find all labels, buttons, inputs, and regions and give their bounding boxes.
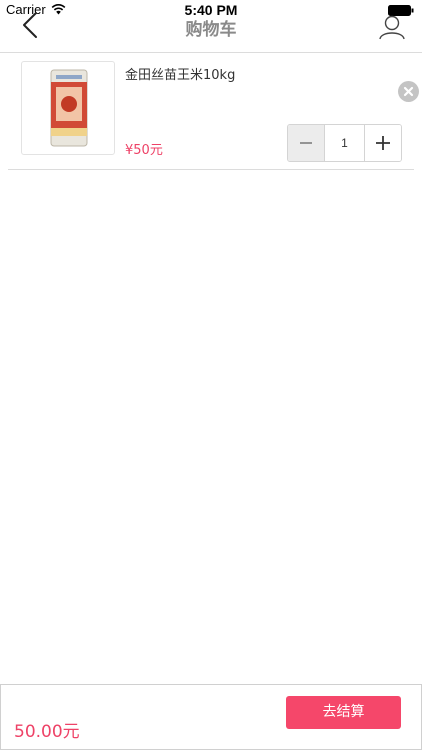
plus-icon [376,136,390,150]
quantity-stepper: 1 [287,124,402,162]
product-image[interactable] [21,61,115,155]
checkout-bar: 50.00元 去结算 [0,684,422,750]
nav-bar: 购物车 [0,0,422,53]
checkout-button[interactable]: 去结算 [286,696,401,729]
page-title: 购物车 [185,20,237,40]
quantity-value[interactable]: 1 [325,125,364,161]
close-icon [403,86,414,97]
product-price: ¥50元 [125,143,163,158]
product-name: 金田丝苗王米10kg [125,68,236,83]
increase-quantity-button[interactable] [364,125,401,161]
total-price: 50.00元 [14,722,80,742]
cart-item: 金田丝苗王米10kg ¥50元 1 [8,53,419,170]
rice-bag-image [50,69,88,147]
decrease-quantity-button[interactable] [288,125,325,161]
user-button[interactable] [378,14,406,40]
remove-item-button[interactable] [398,81,419,102]
minus-icon [300,142,312,144]
user-icon [379,15,405,40]
